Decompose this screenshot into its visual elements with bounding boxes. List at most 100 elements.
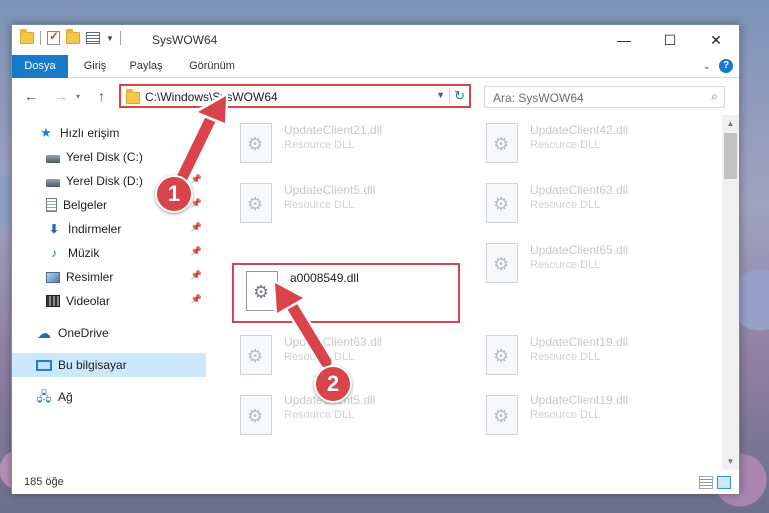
sidebar-item-label: Bu bilgisayar: [58, 358, 127, 372]
properties-icon[interactable]: [86, 32, 100, 44]
sidebar-item-downloads[interactable]: ⬇ İndirmeler 📌: [12, 217, 206, 241]
sidebar-item-label: Resimler: [66, 270, 114, 284]
address-bar[interactable]: C:\Windows\SysWOW64 ▼ ↻: [119, 84, 471, 108]
dll-file-icon: [486, 395, 518, 435]
help-icon[interactable]: ?: [719, 59, 733, 73]
sidebar-item-label: Ağ: [58, 390, 73, 404]
sidebar-item-label: OneDrive: [58, 326, 109, 340]
scroll-down-arrow-icon[interactable]: ▼: [722, 453, 739, 470]
cloud-icon: ☁: [37, 325, 51, 341]
forward-arrow-icon[interactable]: →: [54, 88, 68, 104]
file-type: Resource DLL: [530, 199, 601, 211]
tab-view[interactable]: Görünüm: [184, 55, 240, 78]
file-item[interactable]: UpdateClient19.dll Resource DLL: [474, 355, 704, 435]
sidebar-item-label: İndirmeler: [68, 222, 122, 236]
sidebar-item-this-pc[interactable]: Bu bilgisayar: [12, 353, 206, 377]
drive-icon: [46, 155, 60, 163]
file-type: Resource DLL: [284, 409, 355, 421]
highlight-box: [232, 263, 460, 323]
pin-icon[interactable]: 📌: [191, 294, 202, 305]
sidebar-item-network[interactable]: 🖧 Ağ: [12, 385, 206, 409]
sidebar-item-label: Yerel Disk (C:): [66, 150, 143, 164]
star-icon: ★: [40, 125, 52, 140]
file-name: UpdateClient5.dll: [284, 183, 376, 197]
vertical-scrollbar[interactable]: ▲ ▼: [722, 115, 739, 470]
navigation-pane: ★ Hızlı erişim Yerel Disk (C:) 📌 Yerel D…: [12, 115, 206, 470]
details-view-icon[interactable]: [699, 476, 713, 489]
video-icon: [46, 295, 60, 307]
sidebar-item-label: Müzik: [68, 246, 100, 260]
file-type: Resource DLL: [284, 139, 355, 151]
folder-icon: [126, 89, 140, 104]
properties-check-icon[interactable]: [47, 29, 60, 45]
back-arrow-icon[interactable]: ←: [24, 88, 38, 104]
file-explorer-window: ▼ SysWOW64 — ☐ ✕ Dosya Giriş Paylaş Görü…: [11, 24, 740, 494]
refresh-icon[interactable]: ↻: [449, 88, 465, 104]
address-path[interactable]: C:\Windows\SysWOW64: [145, 90, 278, 104]
tab-share[interactable]: Paylaş: [126, 55, 166, 78]
sidebar-item-onedrive[interactable]: ☁ OneDrive: [12, 321, 206, 345]
file-type: Resource DLL: [530, 409, 601, 421]
pin-icon[interactable]: 📌: [191, 246, 202, 257]
quick-access-toolbar: ▼: [20, 29, 121, 45]
file-item[interactable]: UpdateClient65.dll Resource DLL: [474, 237, 704, 293]
computer-icon: [36, 359, 52, 371]
ribbon-tabs: Dosya Giriş Paylaş Görünüm ⌄ ?: [12, 55, 739, 78]
pin-icon[interactable]: 📌: [191, 174, 202, 185]
scrollbar-thumb[interactable]: [724, 133, 737, 179]
address-dropdown-chevron-icon[interactable]: ▼: [436, 90, 445, 100]
status-bar: 185 öğe: [12, 472, 739, 494]
maximize-button[interactable]: ☐: [647, 25, 693, 55]
up-arrow-icon[interactable]: ↑: [98, 88, 105, 104]
search-icon[interactable]: ⌕: [711, 89, 718, 104]
pin-icon[interactable]: 📌: [191, 150, 202, 161]
pin-icon[interactable]: 📌: [191, 270, 202, 281]
recent-locations-chevron-icon[interactable]: ▾: [76, 92, 80, 101]
search-input[interactable]: Ara: SysWOW64 ⌕: [484, 86, 725, 108]
tab-home[interactable]: Giriş: [80, 55, 110, 78]
step-2-badge: 2: [314, 365, 352, 403]
sidebar-item-videos[interactable]: Videolar 📌: [12, 289, 206, 313]
network-icon: 🖧: [36, 389, 52, 404]
file-name: UpdateClient19.dll: [530, 393, 629, 407]
item-count: 185 öğe: [24, 476, 64, 488]
file-name: UpdateClient42.dll: [530, 123, 629, 137]
dll-file-icon: [486, 123, 518, 163]
file-item[interactable]: UpdateClient63.dll Resource DLL: [474, 177, 704, 233]
customize-toolbar-chevron-icon[interactable]: ▼: [106, 34, 114, 43]
pin-icon[interactable]: 📌: [191, 222, 202, 233]
minimize-button[interactable]: —: [601, 25, 647, 55]
download-icon: ⬇: [48, 222, 60, 236]
close-button[interactable]: ✕: [693, 25, 739, 55]
file-name: UpdateClient65.dll: [530, 243, 629, 257]
file-item[interactable]: UpdateClient21.dll Resource DLL: [228, 117, 458, 173]
tiles-view-icon[interactable]: [717, 476, 731, 489]
sidebar-item-label: Hızlı erişim: [60, 126, 120, 140]
file-item[interactable]: UpdateClient42.dll Resource DLL: [474, 117, 704, 173]
tab-file[interactable]: Dosya: [12, 55, 68, 78]
sidebar-item-quick-access[interactable]: ★ Hızlı erişim: [12, 121, 206, 145]
document-icon: [46, 198, 57, 212]
drive-icon: [46, 179, 60, 187]
file-type: Resource DLL: [530, 259, 601, 271]
new-folder-icon[interactable]: [66, 29, 80, 44]
sidebar-item-pictures[interactable]: Resimler 📌: [12, 265, 206, 289]
expand-ribbon-chevron-icon[interactable]: ⌄: [703, 61, 711, 72]
file-name: UpdateClient63.dll: [530, 183, 629, 197]
pin-icon[interactable]: 📌: [191, 198, 202, 209]
music-icon: ♪: [51, 246, 57, 260]
dll-file-icon: [486, 183, 518, 223]
sidebar-item-label: Belgeler: [63, 198, 108, 212]
file-name: UpdateClient21.dll: [284, 123, 383, 137]
file-item[interactable]: UpdateClient19.dll Resource DLL: [474, 297, 704, 375]
search-placeholder: Ara: SysWOW64: [493, 91, 584, 105]
scroll-up-arrow-icon[interactable]: ▲: [722, 115, 739, 132]
folder-icon: [20, 29, 34, 44]
sidebar-item-label: Videolar: [66, 294, 110, 308]
step-1-badge: 1: [155, 175, 193, 213]
file-item[interactable]: UpdateClient5.dll Resource DLL: [228, 177, 458, 233]
sidebar-item-local-disk-c[interactable]: Yerel Disk (C:) 📌: [12, 145, 206, 169]
window-title: SysWOW64: [152, 33, 218, 47]
pictures-icon: [46, 271, 60, 283]
sidebar-item-music[interactable]: ♪ Müzik 📌: [12, 241, 206, 265]
